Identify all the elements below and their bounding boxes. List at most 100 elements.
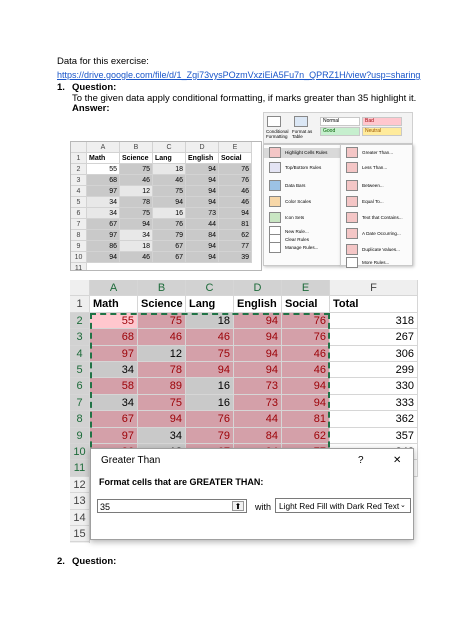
row-header[interactable]: 4	[70, 345, 90, 362]
corner-cell[interactable]	[70, 280, 90, 297]
table-cell[interactable]: 94	[186, 175, 219, 186]
menu2-item[interactable]: Equal To...	[341, 196, 412, 207]
table-header-cell[interactable]: Lang	[153, 153, 186, 164]
table-cell[interactable]: 94	[120, 219, 153, 230]
table-header-cell[interactable]: Math	[90, 296, 138, 313]
table-cell[interactable]: 94	[186, 186, 219, 197]
table-cell[interactable]: 362	[330, 411, 418, 428]
row-header[interactable]: 15	[70, 526, 90, 543]
column-header-c[interactable]: C	[153, 142, 186, 153]
table-cell[interactable]: 81	[282, 411, 330, 428]
table-cell[interactable]: 18	[120, 241, 153, 252]
row-header[interactable]: 5	[71, 197, 87, 208]
table-cell[interactable]: 78	[138, 362, 186, 379]
menu2-item[interactable]: A Date Occurring...	[341, 228, 412, 239]
table-cell[interactable]: 84	[234, 427, 282, 444]
row-header[interactable]: 3	[70, 329, 90, 346]
table-cell[interactable]: 76	[282, 329, 330, 346]
column-header-f[interactable]: F	[330, 280, 418, 297]
table-header-cell[interactable]: English	[186, 153, 219, 164]
table-cell[interactable]: 46	[186, 329, 234, 346]
table-cell[interactable]: 46	[120, 252, 153, 263]
help-button[interactable]: ?	[358, 455, 364, 467]
column-header-b[interactable]: B	[138, 280, 186, 297]
table-cell[interactable]: 67	[90, 411, 138, 428]
row-header[interactable]: 11	[71, 263, 87, 270]
table-header-cell[interactable]: Social	[219, 153, 252, 164]
row-header[interactable]: 13	[70, 493, 90, 510]
row-header[interactable]: 8	[70, 411, 90, 428]
table-cell[interactable]: 18	[186, 312, 234, 330]
column-header-b[interactable]: B	[120, 142, 153, 153]
table-cell[interactable]: 76	[282, 312, 330, 330]
close-button[interactable]: ✕	[393, 455, 401, 467]
column-header-a[interactable]: A	[87, 142, 120, 153]
table-cell[interactable]: 16	[186, 394, 234, 412]
row-header[interactable]: 12	[70, 476, 90, 494]
table-cell[interactable]: 94	[186, 197, 219, 208]
menu1-item[interactable]: Color Scales	[264, 196, 340, 207]
table-cell[interactable]: 46	[219, 197, 252, 208]
table-cell[interactable]: 55	[87, 164, 120, 175]
cell-style-normal[interactable]: Normal	[320, 117, 360, 126]
table-cell[interactable]: 76	[186, 411, 234, 428]
table-cell[interactable]: 94	[234, 362, 282, 379]
collapse-dialog-icon[interactable]: ⬆	[232, 501, 244, 511]
table-cell[interactable]: 333	[330, 394, 418, 412]
table-cell[interactable]: 34	[90, 394, 138, 412]
table-cell[interactable]: 306	[330, 345, 418, 362]
table-cell[interactable]: 97	[87, 186, 120, 197]
table-cell[interactable]: 357	[330, 427, 418, 444]
threshold-input[interactable]: 35	[97, 499, 247, 513]
table-cell[interactable]: 76	[153, 219, 186, 230]
row-header[interactable]: 6	[71, 208, 87, 219]
table-cell[interactable]: 58	[90, 378, 138, 395]
table-cell[interactable]: 94	[186, 164, 219, 175]
table-cell[interactable]: 330	[330, 378, 418, 395]
menu1-item[interactable]: Manage Rules...	[264, 242, 340, 253]
table-cell[interactable]: 68	[90, 329, 138, 346]
column-header-d[interactable]: D	[186, 142, 219, 153]
table-cell[interactable]: 75	[138, 312, 186, 330]
table-cell[interactable]: 55	[90, 312, 138, 330]
table-cell[interactable]: 34	[90, 362, 138, 379]
format-select[interactable]: Light Red Fill with Dark Red Text ⌄	[275, 498, 411, 513]
table-cell[interactable]: 34	[120, 230, 153, 241]
menu2-item[interactable]: Greater Than...	[341, 147, 412, 158]
table-header-cell[interactable]: Total	[330, 296, 418, 313]
table-cell[interactable]: 94	[234, 345, 282, 362]
table-cell[interactable]: 39	[219, 252, 252, 263]
table-cell[interactable]: 62	[219, 230, 252, 241]
row-header[interactable]: 6	[70, 378, 90, 395]
table-cell[interactable]: 97	[90, 427, 138, 444]
table-header-cell[interactable]: Math	[87, 153, 120, 164]
menu2-item[interactable]: Less Than...	[341, 162, 412, 173]
table-cell[interactable]: 16	[186, 378, 234, 395]
menu2-item[interactable]: Between...	[341, 180, 412, 191]
table-cell[interactable]: 46	[282, 362, 330, 379]
table-cell[interactable]: 94	[234, 312, 282, 330]
table-cell[interactable]: 44	[186, 219, 219, 230]
table-cell[interactable]: 86	[87, 241, 120, 252]
table-cell[interactable]: 46	[282, 345, 330, 362]
table-cell[interactable]: 318	[330, 312, 418, 330]
row-header[interactable]: 7	[71, 219, 87, 230]
table-header-cell[interactable]: English	[234, 296, 282, 313]
table-cell[interactable]: 79	[186, 427, 234, 444]
table-cell[interactable]: 79	[153, 230, 186, 241]
table-cell[interactable]: 73	[234, 394, 282, 412]
cell-style-neutral[interactable]: Neutral	[362, 127, 402, 136]
table-cell[interactable]: 75	[120, 208, 153, 219]
cell-style-bad[interactable]: Bad	[362, 117, 402, 126]
menu1-item[interactable]: Highlight Cells Rules	[264, 147, 340, 158]
conditional-formatting-icon[interactable]	[267, 116, 281, 127]
table-cell[interactable]: 12	[138, 345, 186, 362]
table-cell[interactable]: 94	[186, 252, 219, 263]
table-cell[interactable]: 77	[219, 241, 252, 252]
table-cell[interactable]: 73	[234, 378, 282, 395]
table-cell[interactable]: 34	[87, 197, 120, 208]
table-cell[interactable]: 94	[138, 411, 186, 428]
table-cell[interactable]: 94	[87, 252, 120, 263]
table-cell[interactable]: 18	[153, 164, 186, 175]
table-cell[interactable]: 46	[219, 186, 252, 197]
